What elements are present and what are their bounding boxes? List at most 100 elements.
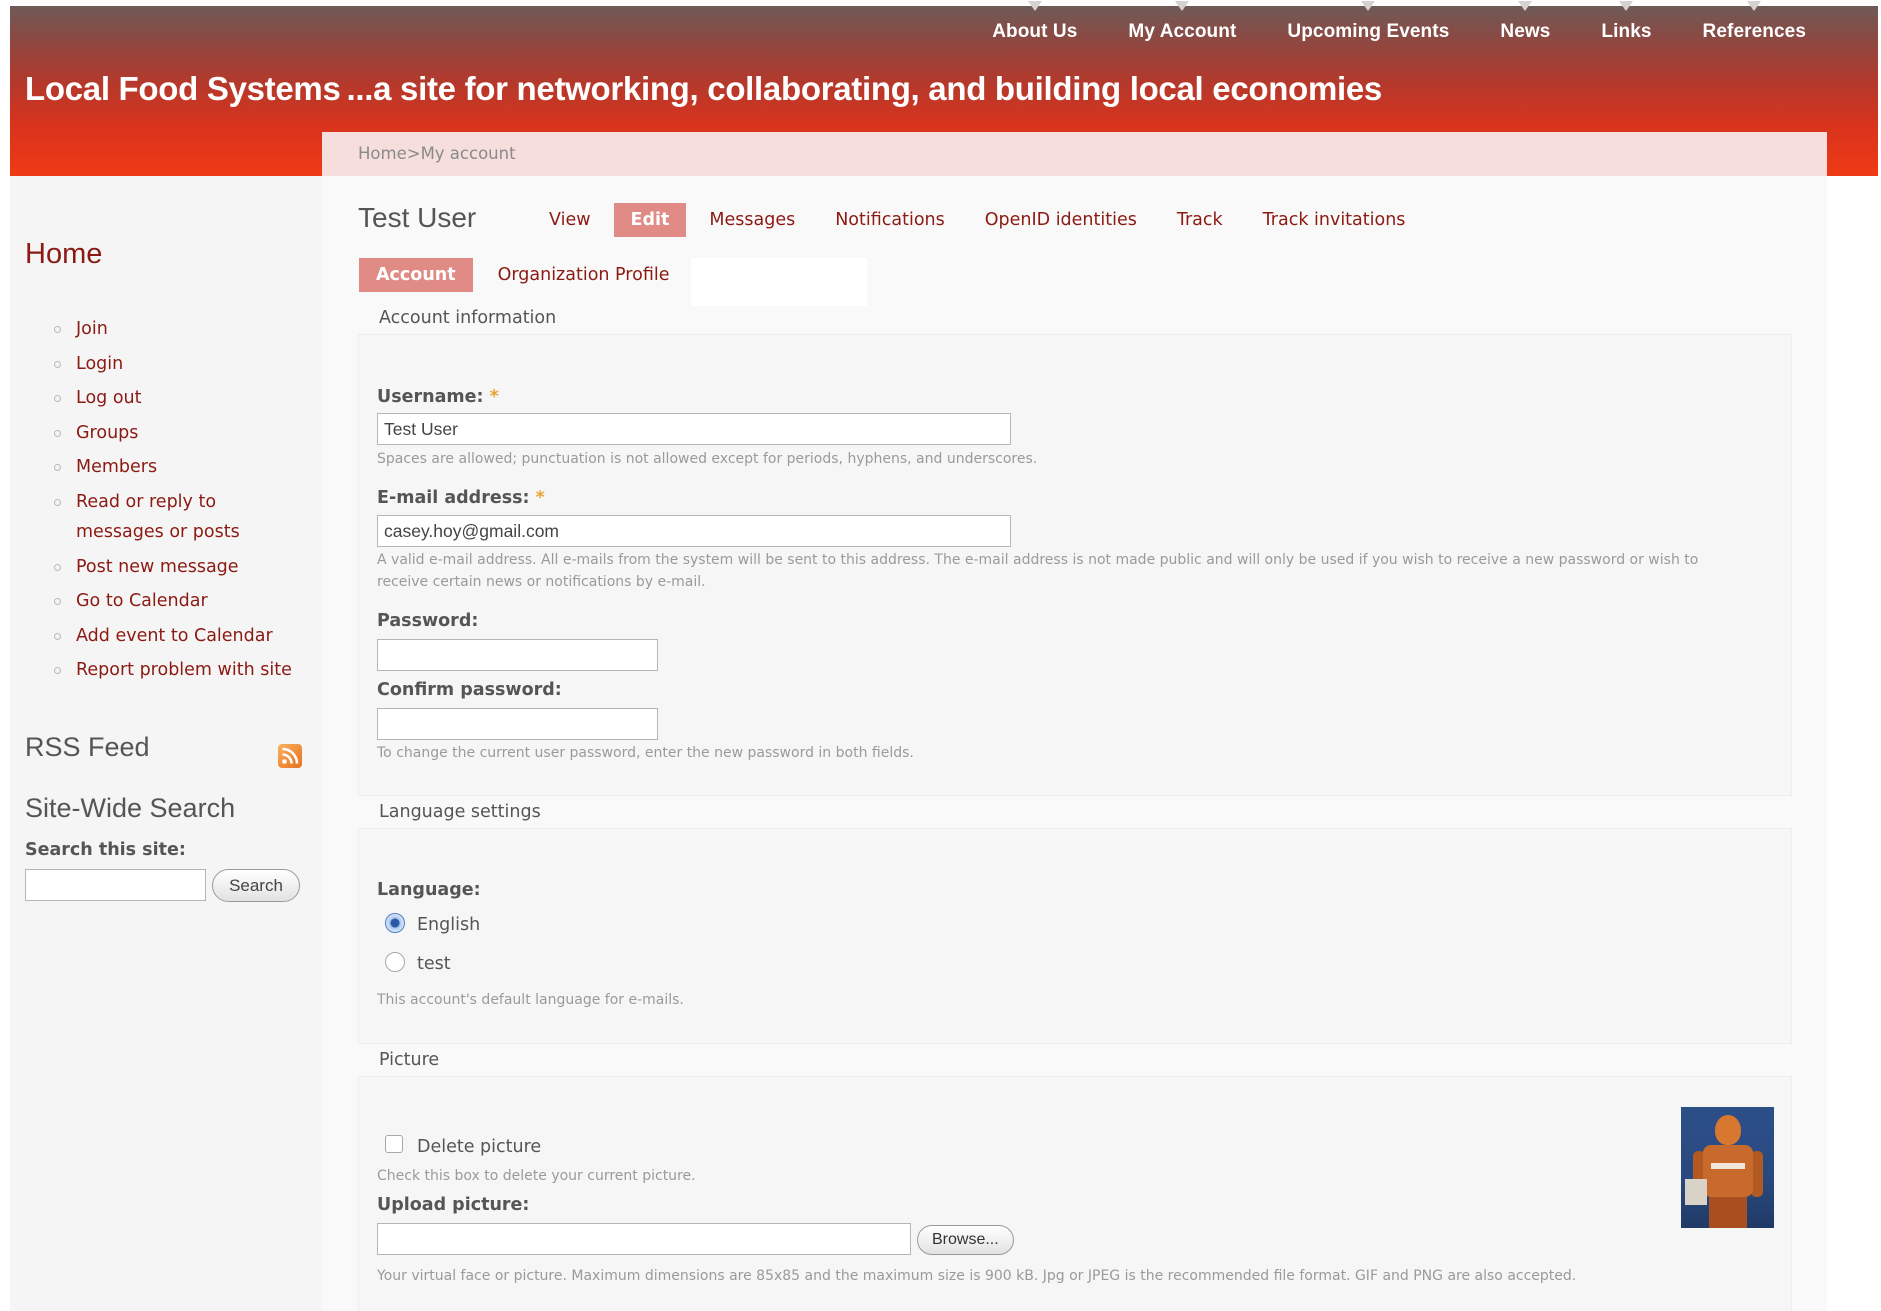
bullet-icon bbox=[54, 326, 61, 333]
account-information-fieldset: Account information Username: * Spaces a… bbox=[358, 308, 1792, 796]
sidebar-menu: Join Login Log out Groups Members Read o… bbox=[50, 314, 320, 690]
nav-label: Links bbox=[1601, 21, 1652, 42]
tab-track-invitations[interactable]: Track invitations bbox=[1246, 203, 1423, 237]
sidebar-item-members[interactable]: Members bbox=[50, 452, 320, 482]
delete-picture-description: Check this box to delete your current pi… bbox=[377, 1168, 696, 1184]
nav-label: My Account bbox=[1128, 21, 1237, 42]
nav-upcoming-events[interactable]: Upcoming Events bbox=[1287, 1, 1450, 43]
upload-picture-input[interactable] bbox=[377, 1223, 911, 1255]
username-label: Username: * bbox=[377, 387, 499, 407]
username-description: Spaces are allowed; punctuation is not a… bbox=[377, 451, 1038, 467]
sidebar-item-join[interactable]: Join bbox=[50, 314, 320, 344]
email-label: E-mail address: * bbox=[377, 488, 545, 508]
site-title: Local Food Systems ...a site for networki… bbox=[25, 70, 1382, 108]
delete-picture-checkbox[interactable] bbox=[385, 1135, 403, 1153]
tab-messages[interactable]: Messages bbox=[692, 203, 812, 237]
sidebar-home-title: Home bbox=[25, 238, 103, 270]
language-radio-english[interactable] bbox=[385, 913, 405, 933]
sidebar-item-report-problem[interactable]: Report problem with site bbox=[50, 655, 320, 685]
tab-spacer bbox=[691, 258, 867, 306]
primary-tabs: View Edit Messages Notifications OpenID … bbox=[532, 203, 1428, 237]
sidebar-item-post-message[interactable]: Post new message bbox=[50, 552, 320, 582]
account-information-legend: Account information bbox=[379, 308, 557, 328]
sidebar-item-login[interactable]: Login bbox=[50, 349, 320, 379]
required-marker: * bbox=[535, 488, 545, 508]
search-button[interactable]: Search bbox=[212, 869, 300, 902]
sidebar-item-add-event[interactable]: Add event to Calendar bbox=[50, 621, 320, 651]
sidebar-item-groups[interactable]: Groups bbox=[50, 418, 320, 448]
nav-links[interactable]: Links bbox=[1601, 1, 1652, 43]
site-name-link[interactable]: Local Food Systems bbox=[25, 70, 341, 107]
password-description: To change the current user password, ent… bbox=[377, 745, 914, 761]
browse-button[interactable]: Browse... bbox=[917, 1225, 1014, 1255]
language-settings-legend: Language settings bbox=[379, 802, 541, 822]
user-picture bbox=[1681, 1107, 1774, 1228]
sidebar-item-read-reply[interactable]: Read or reply to messages or posts bbox=[50, 487, 260, 547]
nav-label: News bbox=[1500, 21, 1551, 42]
search-label: Search this site: bbox=[25, 840, 186, 860]
search-input[interactable] bbox=[25, 869, 206, 901]
required-marker: * bbox=[489, 387, 499, 407]
breadcrumb-bar: Home>My account bbox=[322, 132, 1827, 176]
language-label: Language: bbox=[377, 880, 481, 900]
breadcrumb-home-link[interactable]: Home bbox=[358, 144, 407, 163]
tab-edit[interactable]: Edit bbox=[613, 203, 687, 237]
breadcrumb-separator: > bbox=[406, 144, 421, 163]
tab-account[interactable]: Account bbox=[359, 258, 473, 292]
tab-view[interactable]: View bbox=[532, 203, 608, 237]
nav-my-account[interactable]: My Account bbox=[1128, 1, 1237, 43]
email-description-line-2: receive certain news or notifications by… bbox=[377, 574, 706, 590]
nav-notch-icon bbox=[1027, 1, 1042, 11]
nav-notch-icon bbox=[1361, 1, 1376, 11]
main-content: Test User View Edit Messages Notificatio… bbox=[322, 176, 1827, 1311]
bullet-icon bbox=[54, 598, 61, 606]
email-description-line-1: A valid e-mail address. All e-mails from… bbox=[377, 552, 1699, 568]
nav-notch-icon bbox=[1175, 1, 1190, 11]
sidebar-item-log-out[interactable]: Log out bbox=[50, 383, 320, 413]
bullet-icon bbox=[54, 429, 61, 437]
delete-picture-label[interactable]: Delete picture bbox=[417, 1137, 541, 1157]
upload-picture-label: Upload picture: bbox=[377, 1195, 530, 1215]
password-label: Password: bbox=[377, 611, 479, 631]
bullet-icon bbox=[54, 498, 61, 506]
nav-notch-icon bbox=[1518, 1, 1533, 11]
nav-news[interactable]: News bbox=[1500, 1, 1551, 43]
rss-icon[interactable] bbox=[278, 744, 302, 768]
rss-feed-title: RSS Feed bbox=[25, 732, 150, 762]
tab-openid-identities[interactable]: OpenID identities bbox=[968, 203, 1154, 237]
nav-about-us[interactable]: About Us bbox=[992, 1, 1078, 43]
tab-organization-profile[interactable]: Organization Profile bbox=[481, 258, 687, 292]
sidebar: Home Join Login Log out Groups Members R… bbox=[10, 176, 322, 1311]
tab-track[interactable]: Track bbox=[1160, 203, 1240, 237]
nav-notch-icon bbox=[1619, 1, 1634, 11]
page-title: Test User bbox=[358, 202, 477, 233]
language-option-test[interactable]: test bbox=[417, 954, 451, 974]
email-input[interactable] bbox=[377, 515, 1011, 547]
language-radio-test[interactable] bbox=[385, 952, 405, 972]
picture-legend: Picture bbox=[379, 1050, 440, 1070]
language-option-english[interactable]: English bbox=[417, 915, 480, 935]
tab-notifications[interactable]: Notifications bbox=[818, 203, 962, 237]
confirm-password-label: Confirm password: bbox=[377, 680, 562, 700]
bullet-icon bbox=[54, 395, 61, 403]
bullet-icon bbox=[54, 667, 61, 675]
site-slogan: ...a site for networking, collaborating,… bbox=[346, 70, 1383, 107]
sidebar-item-calendar[interactable]: Go to Calendar bbox=[50, 586, 320, 616]
confirm-password-input[interactable] bbox=[377, 708, 658, 740]
breadcrumb-current[interactable]: My account bbox=[421, 144, 516, 163]
language-description: This account's default language for e-ma… bbox=[377, 992, 684, 1008]
nav-references[interactable]: References bbox=[1702, 1, 1806, 43]
bullet-icon bbox=[54, 563, 61, 571]
nav-notch-icon bbox=[1747, 1, 1762, 11]
secondary-tabs: Account Organization Profile bbox=[359, 258, 694, 292]
nav-label: References bbox=[1702, 21, 1806, 42]
username-input[interactable] bbox=[377, 413, 1011, 445]
language-settings-fieldset: Language settings Language: English test… bbox=[358, 802, 1792, 1044]
bullet-icon bbox=[54, 464, 61, 472]
password-input[interactable] bbox=[377, 639, 658, 671]
nav-label: About Us bbox=[992, 21, 1078, 42]
upload-picture-description: Your virtual face or picture. Maximum di… bbox=[377, 1268, 1577, 1284]
picture-fieldset: Picture Delete picture Check this box to… bbox=[358, 1050, 1792, 1311]
top-navigation: About Us My Account Upcoming Events News… bbox=[941, 1, 1806, 58]
nav-label: Upcoming Events bbox=[1287, 21, 1450, 42]
